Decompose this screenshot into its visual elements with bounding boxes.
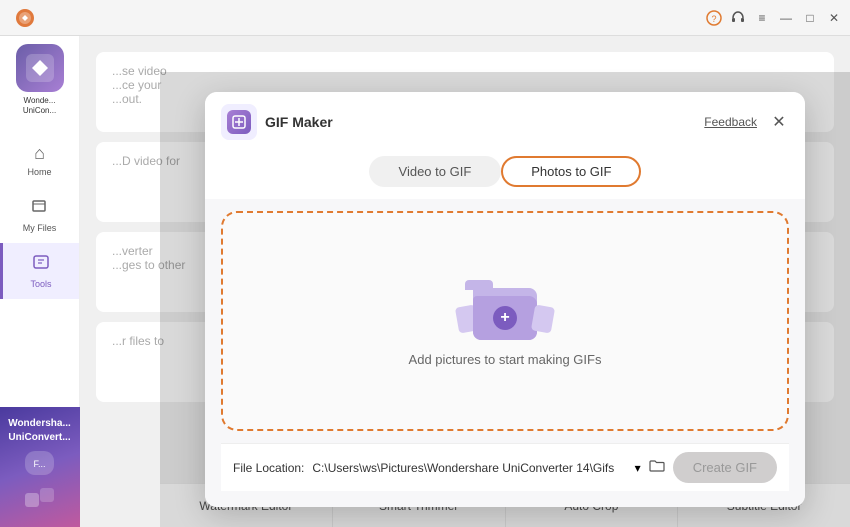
- popup-header: GIF Maker Feedback ✕: [205, 92, 805, 148]
- promo-badge: F...: [25, 451, 53, 475]
- popup-close-button[interactable]: ✕: [769, 112, 789, 132]
- file-location-folder-icon[interactable]: [649, 459, 665, 476]
- sidebar-promo[interactable]: Wondersha...UniConvert... F...: [0, 407, 80, 527]
- window-controls: ? ≡ — □ ✕: [706, 10, 842, 26]
- file-location-path: C:\Users\ws\Pictures\Wondershare UniConv…: [312, 461, 626, 475]
- content-area-wrapper: ...se video...ce your...out. ...D video …: [80, 36, 850, 527]
- folder-plus-icon: +: [493, 306, 517, 330]
- title-bar: ? ≡ — □ ✕: [0, 0, 850, 36]
- maximize-button[interactable]: □: [802, 10, 818, 26]
- app-icon: [16, 9, 34, 27]
- minimize-button[interactable]: —: [778, 10, 794, 26]
- popup-title-area: GIF Maker: [221, 104, 333, 140]
- sidebar-item-tools[interactable]: Tools: [0, 243, 79, 299]
- tools-icon: [32, 253, 50, 276]
- title-bar-icons: [16, 9, 34, 27]
- popup-body: + Add pictures to start making GIFs File…: [205, 199, 805, 507]
- files-icon: [31, 197, 49, 220]
- gif-icon-inner: [227, 110, 251, 134]
- drop-zone-text: Add pictures to start making GIFs: [409, 352, 602, 367]
- create-gif-button[interactable]: Create GIF: [673, 452, 777, 483]
- tab-video-to-gif[interactable]: Video to GIF: [369, 156, 502, 187]
- sidebar-item-myfiles[interactable]: My Files: [0, 187, 79, 243]
- folder-front: +: [473, 296, 537, 340]
- sidebar-item-tools-label: Tools: [30, 279, 51, 289]
- sidebar-logo: [16, 44, 64, 92]
- drop-zone[interactable]: + Add pictures to start making GIFs: [221, 211, 789, 431]
- file-location-bar: File Location: C:\Users\ws\Pictures\Wond…: [221, 443, 789, 491]
- photo-right: [531, 304, 555, 333]
- sidebar-item-home[interactable]: ⌂ Home: [0, 133, 79, 187]
- svg-text:?: ?: [711, 14, 716, 24]
- gif-maker-popup: GIF Maker Feedback ✕ Video to GIF Photos…: [205, 92, 805, 507]
- sidebar-item-home-label: Home: [27, 167, 51, 177]
- gif-maker-icon: [221, 104, 257, 140]
- promo-decoration: [20, 483, 60, 518]
- folder-icon-container: +: [465, 276, 545, 340]
- promo-title: Wondersha...UniConvert...: [8, 417, 71, 445]
- popup-title: GIF Maker: [265, 114, 333, 130]
- menu-icon[interactable]: ≡: [754, 10, 770, 26]
- headphone-icon[interactable]: [730, 10, 746, 26]
- gif-maker-overlay: GIF Maker Feedback ✕ Video to GIF Photos…: [160, 72, 850, 527]
- support-icon[interactable]: ?: [706, 10, 722, 26]
- app-body: Wonde...UniCon... ⌂ Home My Files Tools …: [0, 36, 850, 527]
- popup-tabs: Video to GIF Photos to GIF: [205, 148, 805, 199]
- feedback-link[interactable]: Feedback: [704, 115, 757, 129]
- sidebar-item-myfiles-label: My Files: [23, 223, 57, 233]
- file-location-dropdown[interactable]: ▾: [635, 461, 641, 475]
- home-icon: ⌂: [34, 143, 45, 164]
- popup-actions: Feedback ✕: [704, 112, 789, 132]
- file-location-label: File Location:: [233, 461, 304, 475]
- sidebar: Wonde...UniCon... ⌂ Home My Files Tools …: [0, 36, 80, 527]
- tab-photos-to-gif[interactable]: Photos to GIF: [501, 156, 641, 187]
- sidebar-app-name: Wonde...UniCon...: [23, 96, 56, 117]
- close-button[interactable]: ✕: [826, 10, 842, 26]
